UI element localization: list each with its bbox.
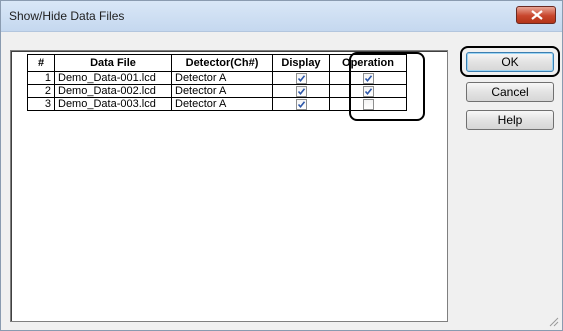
display-checkbox[interactable] (295, 98, 307, 110)
display-cell (272, 84, 330, 98)
close-button[interactable] (516, 6, 556, 24)
display-checkbox[interactable] (295, 85, 307, 97)
table-row[interactable]: 2 Demo_Data-002.lcd Detector A (27, 84, 407, 98)
data-file-name: Demo_Data-001.lcd (54, 71, 172, 85)
detector-name: Detector A (171, 97, 273, 111)
checkmark-icon (297, 74, 305, 82)
checkmark-icon (364, 87, 372, 95)
table-row[interactable]: 1 Demo_Data-001.lcd Detector A (27, 71, 407, 85)
display-checkbox[interactable] (295, 72, 307, 84)
column-header-display[interactable]: Display (272, 54, 330, 72)
cancel-button[interactable]: Cancel (466, 82, 554, 102)
title-bar[interactable]: Show/Hide Data Files (1, 1, 562, 32)
checkmark-icon (364, 74, 372, 82)
resize-grip-icon[interactable] (548, 316, 559, 327)
ok-button[interactable]: OK (466, 52, 554, 72)
data-files-grid[interactable]: # Data File Detector(Ch#) Display Operat… (10, 50, 448, 322)
operation-checkbox[interactable] (362, 98, 374, 110)
operation-cell (329, 97, 407, 111)
data-files-table: # Data File Detector(Ch#) Display Operat… (27, 54, 407, 111)
operation-cell (329, 84, 407, 98)
operation-checkbox[interactable] (362, 85, 374, 97)
column-header-operation[interactable]: Operation (329, 54, 407, 72)
checkmark-icon (297, 100, 305, 108)
operation-cell (329, 71, 407, 85)
operation-checkbox[interactable] (362, 72, 374, 84)
data-file-name: Demo_Data-002.lcd (54, 84, 172, 98)
table-row[interactable]: 3 Demo_Data-003.lcd Detector A (27, 97, 407, 111)
detector-name: Detector A (171, 84, 273, 98)
column-header-number[interactable]: # (27, 54, 55, 72)
help-button[interactable]: Help (466, 110, 554, 130)
column-header-data-file[interactable]: Data File (54, 54, 172, 72)
dialog-title: Show/Hide Data Files (9, 9, 125, 23)
checkmark-icon (297, 87, 305, 95)
row-number: 3 (27, 97, 55, 111)
table-header-row: # Data File Detector(Ch#) Display Operat… (27, 54, 407, 72)
dialog-window: Show/Hide Data Files # Data File Detecto… (0, 0, 563, 331)
display-cell (272, 97, 330, 111)
display-cell (272, 71, 330, 85)
close-icon (531, 10, 543, 20)
row-number: 2 (27, 84, 55, 98)
row-number: 1 (27, 71, 55, 85)
column-header-detector[interactable]: Detector(Ch#) (171, 54, 273, 72)
data-file-name: Demo_Data-003.lcd (54, 97, 172, 111)
detector-name: Detector A (171, 71, 273, 85)
